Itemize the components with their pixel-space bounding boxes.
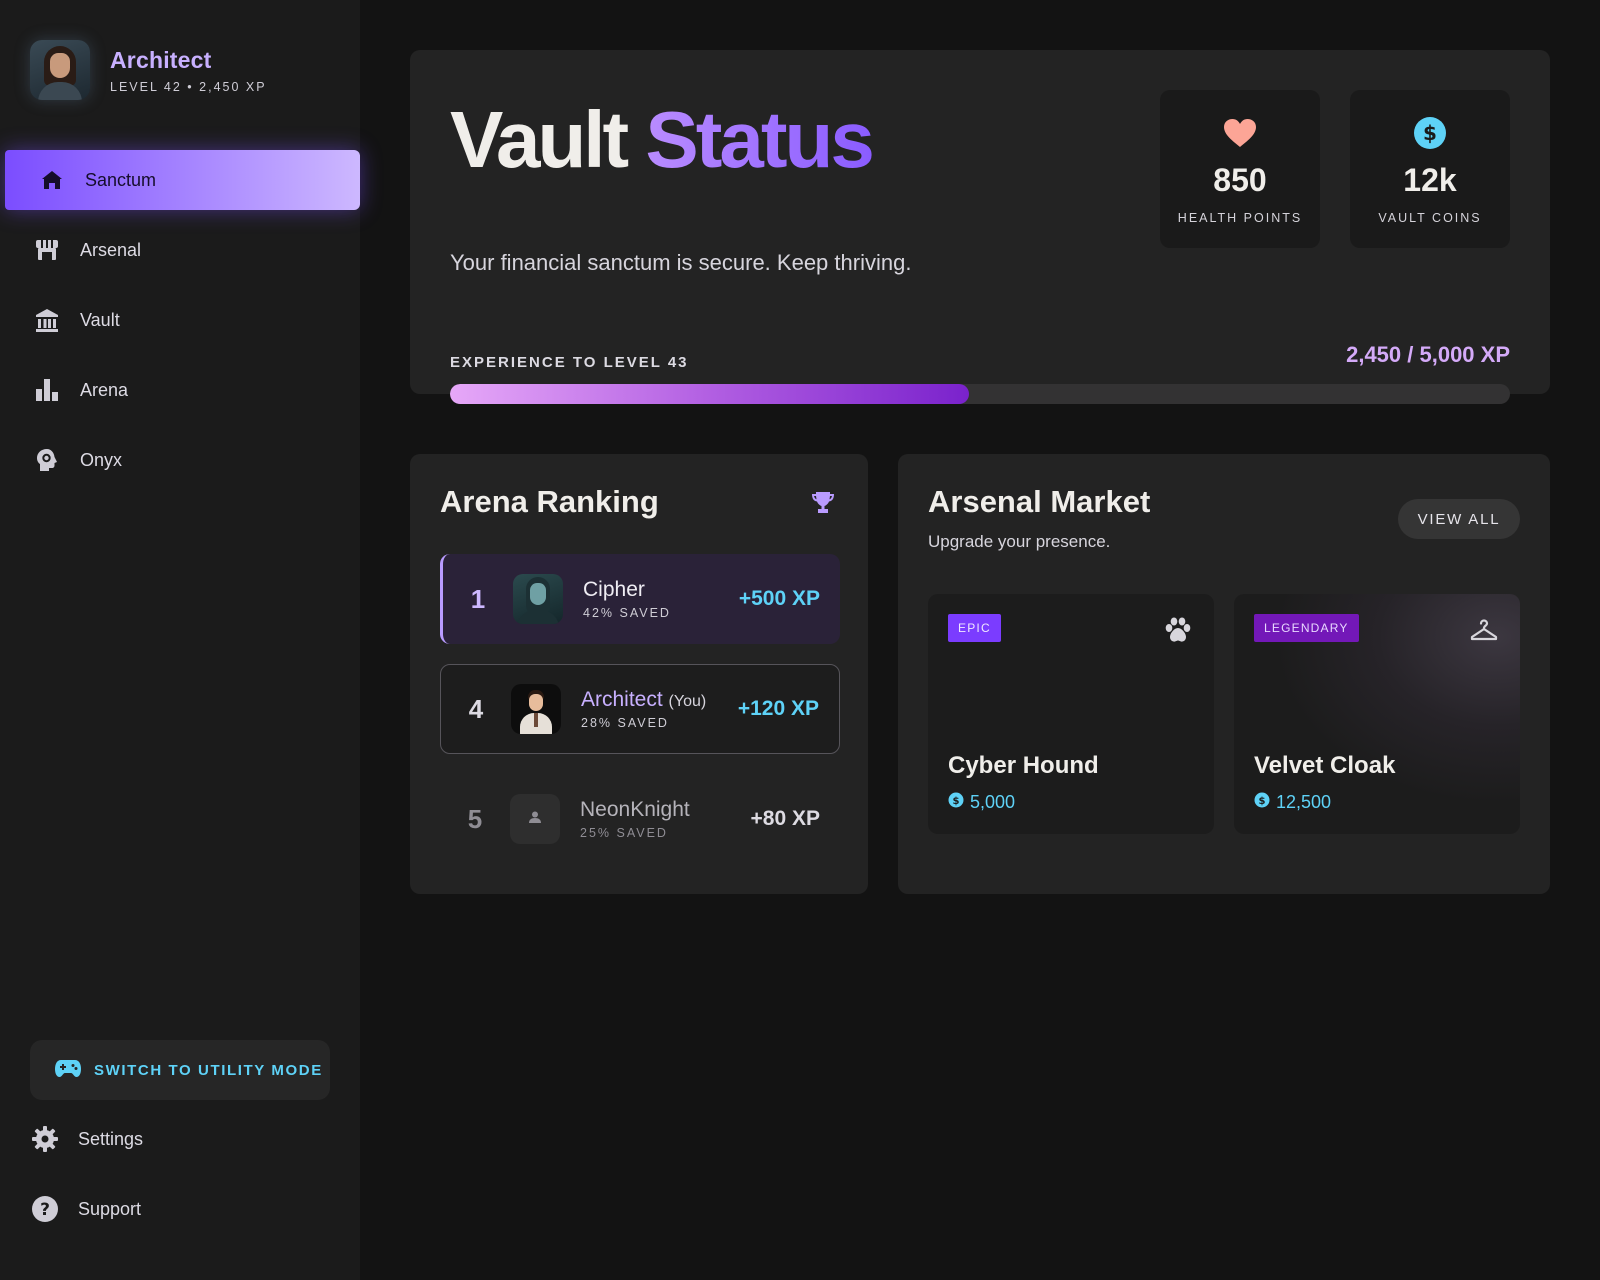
bank-icon	[32, 305, 62, 335]
arsenal-market-title: Arsenal Market	[928, 484, 1151, 519]
ranking-row-you[interactable]: 4 Architect (You) 28% SAVED +120 XP	[440, 664, 840, 754]
health-points-label: HEALTH POINTS	[1177, 211, 1303, 225]
gamepad-icon	[54, 1058, 82, 1083]
hero-subtitle: Your financial sanctum is secure. Keep t…	[450, 250, 912, 275]
view-all-button[interactable]: VIEW ALL	[1398, 499, 1520, 539]
hanger-icon	[1468, 614, 1500, 646]
vault-status-panel: Vault Status Your financial sanctum is s…	[410, 50, 1550, 404]
avatar	[510, 794, 560, 844]
arena-ranking-panel: Arena Ranking 1 Cipher 42% SAVED +500 XP…	[410, 454, 868, 894]
xp-progress-fill	[450, 384, 970, 404]
sidebar-item-label: Onyx	[80, 449, 123, 470]
xp-progress-bar	[450, 384, 1510, 404]
saved-percent: 25% SAVED	[580, 826, 668, 840]
vault-coins-value: 12k	[1403, 162, 1457, 198]
sidebar-item-arena[interactable]: Arena	[0, 360, 360, 420]
market-item-card[interactable]: LEGENDARY Velvet Cloak $ 12,500	[1234, 594, 1520, 834]
rarity-badge: EPIC	[948, 614, 1001, 642]
sidebar-item-sanctum[interactable]: Sanctum	[5, 150, 360, 210]
rarity-badge: LEGENDARY	[1254, 614, 1359, 642]
support-link[interactable]: ? Support	[30, 1194, 141, 1224]
coin-icon: $	[948, 792, 964, 813]
coin-icon: $	[1254, 792, 1270, 813]
item-name: Cyber Hound	[948, 752, 1099, 779]
arsenal-market-subtitle: Upgrade your presence.	[928, 532, 1111, 551]
health-points-value: 850	[1213, 162, 1267, 198]
svg-text:$: $	[1423, 121, 1437, 145]
xp-label: EXPERIENCE TO LEVEL 43	[450, 354, 689, 371]
rank-number: 4	[468, 693, 484, 724]
item-price: $ 5,000	[948, 792, 1015, 813]
gear-icon	[30, 1124, 60, 1154]
player-name: Architect (You)	[581, 688, 707, 711]
sidebar-item-onyx[interactable]: Onyx	[0, 430, 360, 490]
vault-coins-stat: $ 12k VAULT COINS	[1350, 90, 1510, 248]
sidebar-item-arsenal[interactable]: Arsenal	[0, 220, 360, 280]
profile-name: Architect	[110, 46, 212, 73]
switch-mode-button[interactable]: SWITCH TO UTILITY MODE	[30, 1040, 330, 1100]
sidebar-item-label: Arena	[80, 379, 129, 400]
vault-coins-label: VAULT COINS	[1378, 211, 1482, 225]
avatar	[511, 684, 561, 734]
title-accent: Status	[645, 95, 874, 184]
coin-icon: $	[1413, 116, 1447, 150]
switch-mode-label: SWITCH TO UTILITY MODE	[94, 1061, 323, 1079]
saved-percent: 42% SAVED	[583, 606, 671, 620]
heart-icon	[1223, 116, 1257, 150]
storefront-icon	[32, 235, 62, 265]
avatar	[513, 574, 563, 624]
ranking-row[interactable]: 1 Cipher 42% SAVED +500 XP	[440, 554, 840, 644]
sidebar-item-label: Vault	[80, 309, 120, 330]
title-main: Vault	[450, 95, 629, 184]
user-placeholder-icon	[528, 810, 542, 829]
brain-gear-icon	[32, 445, 62, 475]
profile-level: LEVEL 42 • 2,450 XP	[110, 79, 267, 94]
svg-text:$: $	[1259, 796, 1266, 807]
ranking-row[interactable]: 5 NeonKnight 25% SAVED +80 XP	[440, 774, 840, 864]
svg-text:?: ?	[40, 1200, 50, 1220]
player-name: NeonKnight	[580, 798, 690, 821]
page-title: Vault Status	[450, 100, 875, 180]
svg-text:$: $	[953, 796, 960, 807]
item-name: Velvet Cloak	[1254, 752, 1396, 779]
saved-percent: 28% SAVED	[581, 716, 669, 730]
rank-number: 1	[470, 583, 486, 614]
health-points-stat: 850 HEALTH POINTS	[1160, 90, 1320, 248]
xp-reward: +80 XP	[750, 807, 820, 830]
sidebar-item-label: Sanctum	[85, 169, 157, 190]
support-label: Support	[78, 1198, 142, 1219]
profile-header: Architect LEVEL 42 • 2,450 XP	[30, 40, 267, 100]
market-item-card[interactable]: EPIC Cyber Hound $ 5,000	[928, 594, 1214, 834]
paw-icon	[1162, 614, 1194, 646]
help-icon: ?	[30, 1194, 60, 1224]
sidebar-item-label: Arsenal	[80, 239, 142, 260]
settings-label: Settings	[78, 1128, 144, 1149]
rank-number: 5	[467, 803, 483, 834]
trophy-icon[interactable]	[810, 490, 836, 521]
arena-ranking-title: Arena Ranking	[440, 484, 659, 519]
player-name: Cipher	[583, 578, 645, 601]
bar-chart-icon	[32, 375, 62, 405]
arsenal-market-panel: Arsenal Market Upgrade your presence. VI…	[898, 454, 1550, 894]
sidebar: Architect LEVEL 42 • 2,450 XP Sanctum Ar…	[0, 0, 360, 1280]
settings-link[interactable]: Settings	[30, 1124, 143, 1154]
avatar[interactable]	[30, 40, 90, 100]
sidebar-item-vault[interactable]: Vault	[0, 290, 360, 350]
home-icon	[37, 165, 67, 195]
xp-reward: +500 XP	[738, 587, 820, 610]
xp-value: 2,450 / 5,000 XP	[1346, 342, 1510, 367]
item-price: $ 12,500	[1254, 792, 1331, 813]
xp-reward: +120 XP	[737, 697, 819, 720]
sidebar-nav: Sanctum Arsenal Vault Arena Onyx	[0, 150, 360, 500]
